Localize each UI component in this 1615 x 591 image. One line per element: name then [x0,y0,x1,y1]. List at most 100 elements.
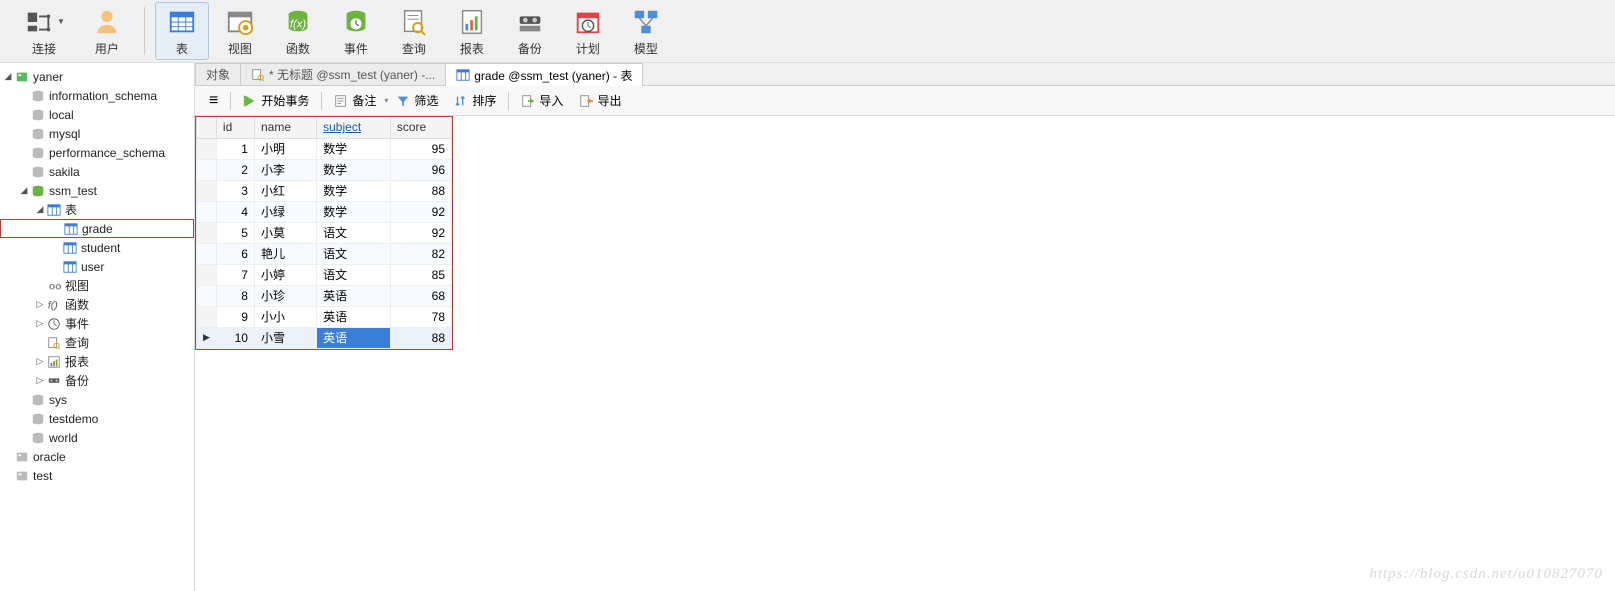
cell-name[interactable]: 小莫 [254,222,316,243]
cell-subject[interactable]: 数学 [317,201,391,222]
cell-subject[interactable]: 语文 [317,222,391,243]
toolbar-query-button[interactable]: 查询 [387,2,441,60]
cell-score[interactable]: 82 [390,243,451,264]
tree-twist-icon[interactable]: ◢ [34,204,46,215]
cell-subject[interactable]: 语文 [317,243,391,264]
table-row[interactable]: 8小珍英语68 [197,285,452,306]
tree-twist-icon[interactable]: ▷ [34,299,46,310]
toolbar-view-button[interactable]: 视图 [213,2,267,60]
cell-score[interactable]: 88 [390,327,451,348]
cell-name[interactable]: 小珍 [254,285,316,306]
cell-score[interactable]: 88 [390,180,451,201]
tree-node[interactable]: world [0,428,194,447]
begin-transaction-button[interactable]: 开始事务 [237,90,315,111]
cell-subject[interactable]: 英语 [317,306,391,327]
tree-node[interactable]: student [0,238,194,257]
cell-id[interactable]: 4 [216,201,254,222]
sort-button[interactable]: 排序 [448,90,502,111]
cell-id[interactable]: 5 [216,222,254,243]
cell-id[interactable]: 10 [216,327,254,348]
cell-subject[interactable]: 语文 [317,264,391,285]
cell-name[interactable]: 艳儿 [254,243,316,264]
table-row[interactable]: 4小绿数学92 [197,201,452,222]
toolbar-table-button[interactable]: 表 [155,2,209,60]
cell-id[interactable]: 6 [216,243,254,264]
cell-score[interactable]: 95 [390,138,451,159]
toolbar-backup-button[interactable]: 备份 [503,2,557,60]
tab-grade-table[interactable]: grade @ssm_test (yaner) - 表 [445,63,643,86]
tree-node[interactable]: sys [0,390,194,409]
cell-name[interactable]: 小雪 [254,327,316,348]
tree-twist-icon[interactable]: ◢ [2,71,14,82]
cell-name[interactable]: 小李 [254,159,316,180]
cell-name[interactable]: 小婷 [254,264,316,285]
toolbar-function-button[interactable]: f(x)函数 [271,2,325,60]
column-header-score[interactable]: score [390,117,451,138]
cell-subject[interactable]: 英语 [317,285,391,306]
tree-node[interactable]: ▷f()函数 [0,295,194,314]
cell-subject[interactable]: 数学 [317,159,391,180]
tree-node[interactable]: user [0,257,194,276]
cell-score[interactable]: 68 [390,285,451,306]
table-row[interactable]: 7小婷语文85 [197,264,452,285]
tree-node[interactable]: ◢ssm_test [0,181,194,200]
cell-score[interactable]: 92 [390,222,451,243]
tree-node[interactable]: oo视图 [0,276,194,295]
cell-score[interactable]: 85 [390,264,451,285]
cell-subject[interactable]: 数学 [317,138,391,159]
cell-name[interactable]: 小明 [254,138,316,159]
tree-node[interactable]: test [0,466,194,485]
cell-id[interactable]: 9 [216,306,254,327]
tree-node[interactable]: sakila [0,162,194,181]
tree-twist-icon[interactable]: ▷ [34,356,46,367]
toolbar-model-button[interactable]: 模型 [619,2,673,60]
cell-id[interactable]: 1 [216,138,254,159]
cell-id[interactable]: 2 [216,159,254,180]
toolbar-schedule-button[interactable]: 计划 [561,2,615,60]
table-row[interactable]: 3小红数学88 [197,180,452,201]
tree-node[interactable]: local [0,105,194,124]
filter-button[interactable]: 筛选 [390,90,444,111]
cell-score[interactable]: 96 [390,159,451,180]
table-row[interactable]: ▶10小雪英语88 [197,327,452,348]
table-row[interactable]: 6艳儿语文82 [197,243,452,264]
cell-subject[interactable]: 英语 [317,327,391,348]
cell-score[interactable]: 92 [390,201,451,222]
export-button[interactable]: 导出 [573,90,627,111]
tree-node[interactable]: mysql [0,124,194,143]
cell-subject[interactable]: 数学 [317,180,391,201]
table-row[interactable]: 5小莫语文92 [197,222,452,243]
tree-node[interactable]: information_schema [0,86,194,105]
table-row[interactable]: 2小李数学96 [197,159,452,180]
memo-button[interactable]: 备注 [328,90,382,111]
column-header-id[interactable]: id [216,117,254,138]
tab-untitled-query[interactable]: * 无标题 @ssm_test (yaner) -... [240,63,446,85]
tree-node[interactable]: ▷事件 [0,314,194,333]
tree-node[interactable]: oracle [0,447,194,466]
toolbar-user-button[interactable]: 用户 [80,2,134,60]
cell-score[interactable]: 78 [390,306,451,327]
tree-node[interactable]: ▷报表 [0,352,194,371]
table-row[interactable]: 1小明数学95 [197,138,452,159]
cell-id[interactable]: 7 [216,264,254,285]
tree-twist-icon[interactable]: ▷ [34,318,46,329]
cell-name[interactable]: 小绿 [254,201,316,222]
tree-node[interactable]: ▷备份 [0,371,194,390]
toolbar-connection-button[interactable]: ▼连接 [12,2,76,60]
tree-node[interactable]: grade [0,219,194,238]
tree-node[interactable]: ◢表 [0,200,194,219]
cell-id[interactable]: 8 [216,285,254,306]
tree-node[interactable]: ◢yaner [0,67,194,86]
column-header-subject[interactable]: subject [317,117,391,138]
cell-name[interactable]: 小红 [254,180,316,201]
tree-node[interactable]: 查询 [0,333,194,352]
tree-node[interactable]: performance_schema [0,143,194,162]
cell-id[interactable]: 3 [216,180,254,201]
cell-name[interactable]: 小小 [254,306,316,327]
import-button[interactable]: 导入 [515,90,569,111]
menu-button[interactable]: ≡ [203,90,224,112]
toolbar-report-button[interactable]: 报表 [445,2,499,60]
tree-twist-icon[interactable]: ▷ [34,375,46,386]
tab-objects[interactable]: 对象 [195,63,241,85]
tree-twist-icon[interactable]: ◢ [18,185,30,196]
